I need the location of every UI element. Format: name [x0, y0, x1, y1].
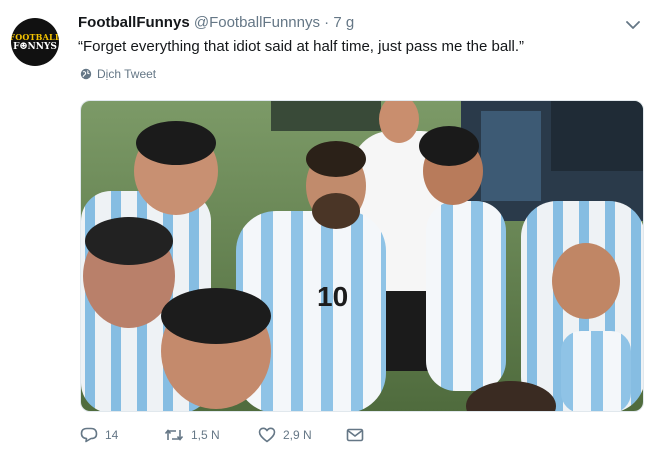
reply-icon	[80, 427, 98, 443]
tweet-header: FootballFunnys @FootballFunnnys · 7 g	[78, 13, 354, 33]
timestamp[interactable]: 7 g	[333, 14, 354, 31]
retweet-count: 1,5 N	[191, 428, 220, 442]
direct-message-button[interactable]	[346, 428, 364, 442]
tweet-photo[interactable]: 10	[80, 100, 644, 412]
reply-count: 14	[105, 428, 119, 442]
heart-icon	[258, 427, 276, 443]
avatar[interactable]: FOOTBALL F☻NNYS	[11, 18, 59, 66]
more-options-button[interactable]	[620, 12, 646, 38]
tweet-text: “Forget everything that idiot said at ha…	[78, 38, 525, 55]
translate-label: Dịch Tweet	[97, 67, 157, 81]
like-count: 2,9 N	[283, 428, 312, 442]
globe-icon	[80, 68, 92, 80]
translate-tweet-link[interactable]: Dịch Tweet	[80, 67, 156, 81]
retweet-icon	[164, 429, 184, 441]
team-huddle-photo: 10	[81, 101, 643, 411]
tweet-card[interactable]: FOOTBALL F☻NNYS FootballFunnys @Football…	[0, 0, 660, 456]
chevron-down-icon	[626, 20, 640, 29]
avatar-logo-line2: F☻NNYS	[13, 41, 57, 52]
retweet-button[interactable]: 1,5 N	[164, 428, 258, 442]
tweet-actions: 14 1,5 N 2,9 N	[80, 427, 364, 443]
envelope-icon	[346, 428, 364, 442]
display-name[interactable]: FootballFunnys	[78, 14, 190, 31]
reply-button[interactable]: 14	[80, 427, 164, 443]
like-button[interactable]: 2,9 N	[258, 427, 346, 443]
separator-dot: ·	[324, 14, 330, 31]
svg-text:10: 10	[317, 281, 348, 312]
user-handle[interactable]: @FootballFunnnys	[194, 14, 320, 31]
avatar-logo-line1: FOOTBALL	[11, 31, 59, 42]
